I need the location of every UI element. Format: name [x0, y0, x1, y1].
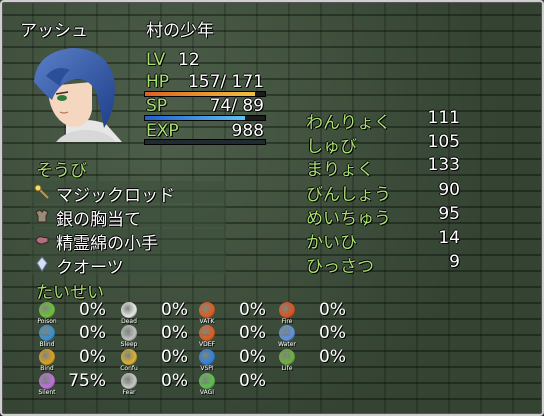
resistance-value: 0%	[239, 323, 266, 343]
hp-value: 157/ 171	[187, 72, 264, 92]
resistance-value: 0%	[239, 347, 266, 367]
equipment-name: クオーツ	[56, 258, 124, 278]
hp-label: HP	[146, 72, 170, 92]
equipment-name: 銀の胸当て	[56, 210, 141, 230]
sp-value: 74/ 89	[209, 96, 264, 116]
equipment-slot-armor[interactable]: 銀の胸当て	[30, 205, 226, 230]
resistance-value: 0%	[79, 323, 106, 343]
gauntlet-icon	[35, 236, 49, 245]
stat-label: めいちゅう	[306, 209, 391, 229]
poison-icon	[39, 302, 55, 318]
agi-down-icon	[199, 373, 215, 389]
crystal-icon	[36, 256, 48, 272]
character-title: 村の少年	[146, 21, 214, 41]
def-down-icon	[199, 325, 215, 341]
stat-value: 133	[427, 155, 460, 175]
equipment-slot-accessory[interactable]: 精霊綿の小手	[30, 229, 226, 254]
resistance-label: Sleep	[120, 341, 138, 348]
resistance-value: 0%	[239, 371, 266, 391]
resistance-label: Fire	[281, 318, 293, 325]
character-portrait	[34, 48, 122, 142]
exp-label: EXP	[146, 121, 179, 141]
stat-value: 9	[449, 252, 460, 272]
level-label: LV	[146, 50, 166, 70]
resistance-label: Dead	[121, 318, 137, 325]
resistance-label: Blind	[39, 341, 55, 348]
equipment-name: 精霊綿の小手	[56, 234, 158, 254]
exp-bar	[144, 139, 266, 145]
resistance-value: 0%	[319, 323, 346, 343]
resistance-value: 0%	[79, 347, 106, 367]
sleep-icon	[121, 325, 137, 341]
equipment-name: マジックロッド	[56, 186, 175, 206]
equipment-slot-weapon[interactable]: マジックロッド	[30, 181, 226, 206]
resistance-value: 0%	[161, 323, 188, 343]
skull-icon	[121, 302, 137, 318]
resistance-value: 0%	[161, 300, 188, 320]
stat-value: 111	[427, 108, 460, 128]
water-icon	[279, 325, 295, 341]
stat-label: まりょく	[306, 160, 374, 180]
life-icon	[279, 349, 295, 365]
resistance-label: Life	[281, 365, 293, 372]
stat-value: 105	[427, 132, 460, 152]
atk-down-icon	[199, 302, 215, 318]
exp-value: 988	[231, 121, 264, 141]
resistance-value: 0%	[161, 347, 188, 367]
stat-label: かいひ	[306, 233, 357, 253]
fire-icon	[279, 302, 295, 318]
stat-label: しゅび	[306, 137, 357, 157]
silent-icon	[39, 373, 55, 389]
resistance-value: 75%	[68, 371, 106, 391]
resistance-label: Fear	[122, 389, 136, 396]
resistance-label: Confu	[120, 365, 138, 372]
resistance-value: 0%	[239, 300, 266, 320]
resistance-value: 0%	[319, 300, 346, 320]
fear-icon	[121, 373, 137, 389]
stat-label: ひっさつ	[306, 257, 374, 277]
equipment-slot-gem[interactable]: クオーツ	[30, 253, 226, 278]
resistance-label: Silent	[38, 389, 56, 396]
stat-label: わんりょく	[306, 113, 391, 133]
rod-icon	[34, 184, 49, 199]
resistance-label: VSPI	[200, 365, 214, 372]
stat-label: びんしょう	[306, 185, 391, 205]
blind-icon	[39, 325, 55, 341]
stat-value: 95	[438, 204, 460, 224]
resistance-value: 0%	[79, 300, 106, 320]
resistance-value: 0%	[319, 347, 346, 367]
bind-icon	[39, 349, 55, 365]
resistance-label: Poison	[37, 318, 57, 325]
spi-down-icon	[199, 349, 215, 365]
resistance-value: 0%	[161, 371, 188, 391]
equipment-heading: そうび	[36, 161, 87, 181]
resistance-label: Bind	[40, 365, 54, 372]
sp-label: SP	[146, 96, 168, 116]
resistance-label: VATK	[199, 318, 215, 325]
resistance-label: VAGI	[199, 389, 215, 396]
stat-value: 90	[438, 180, 460, 200]
resistance-label: VDEF	[199, 341, 215, 348]
level-value: 12	[178, 50, 200, 70]
confuse-icon	[121, 349, 137, 365]
resistance-label: Water	[278, 341, 296, 348]
armor-icon	[35, 209, 49, 223]
stat-value: 14	[438, 228, 460, 248]
character-name: アッシュ	[20, 21, 88, 41]
